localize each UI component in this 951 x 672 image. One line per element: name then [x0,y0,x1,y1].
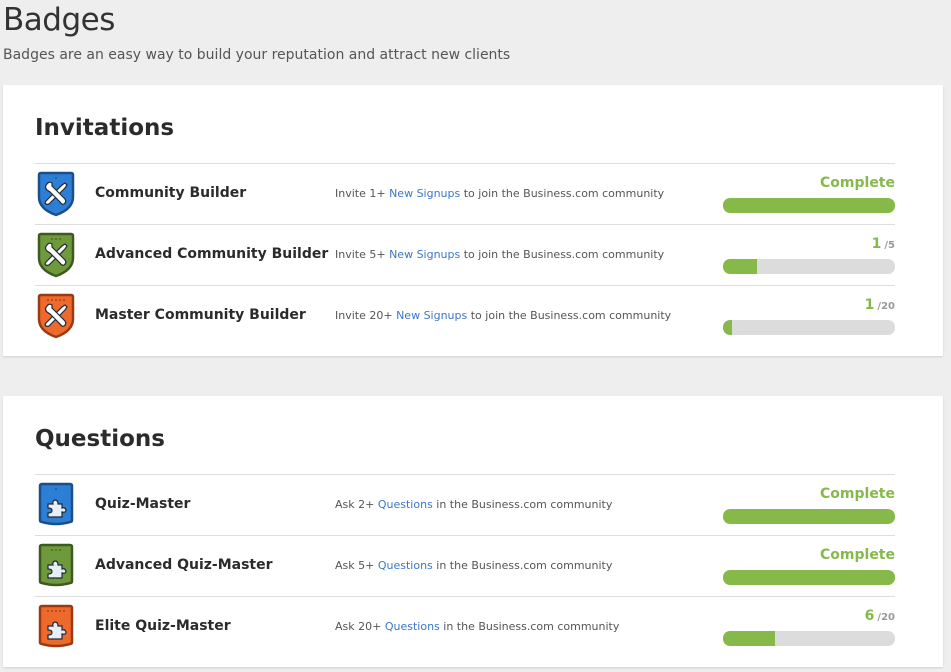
desc-text: Invite 1+ [335,187,390,200]
badge-name: Master Community Builder [95,307,306,323]
progress-label: 1/5 [723,233,895,253]
progress-bar-fill [723,320,732,335]
badge-row: Advanced Quiz-Master Ask 5+ Questions in… [35,535,895,596]
badge-description: Ask 2+ Questions in the Business.com com… [335,498,612,511]
progress: 1/20 [723,294,895,335]
progress: Complete [723,483,895,524]
desc-link[interactable]: Questions [378,559,433,572]
progress: 1/5 [723,233,895,274]
wrench-screwdriver-icon [37,232,75,278]
desc-text: in the Business.com community [439,620,620,633]
progress-bar [723,259,895,274]
desc-link[interactable]: Questions [385,620,440,633]
progress-bar [723,198,895,213]
desc-link[interactable]: New Signups [389,248,460,261]
progress: Complete [723,544,895,585]
progress-count: 6 [864,608,875,624]
page-subtitle: Badges are an easy way to build your rep… [3,47,511,63]
badge-name: Community Builder [95,185,247,201]
progress-bar-fill [723,259,758,274]
badge-icon [35,232,77,278]
badge-icon [35,171,77,217]
progress-label: Complete [723,172,895,192]
badge-icon [35,543,77,589]
progress-label: 1/20 [723,294,895,314]
progress-bar-fill [723,631,775,646]
desc-text: Invite 5+ [335,248,390,261]
badge-name: Elite Quiz-Master [95,618,231,634]
page-title: Badges [3,2,115,38]
badge-name: Advanced Community Builder [95,246,329,262]
badge-description: Ask 20+ Questions in the Business.com co… [335,620,619,633]
desc-text: Invite 20+ [335,309,397,322]
wrench-screwdriver-icon [37,171,75,217]
wrench-screwdriver-icon [37,293,75,339]
desc-link[interactable]: New Signups [389,187,460,200]
desc-text: to join the Business.com community [460,248,665,261]
progress-bar-fill [723,570,895,585]
progress-total: /20 [877,301,895,312]
badge-icon [35,482,77,528]
badge-description: Ask 5+ Questions in the Business.com com… [335,559,612,572]
status-complete: Complete [820,486,895,502]
puzzle-piece-icon [38,482,74,526]
status-complete: Complete [820,547,895,563]
badge-row: Master Community Builder Invite 20+ New … [35,285,895,346]
badge-row: Advanced Community Builder Invite 5+ New… [35,224,895,285]
badge-list: Quiz-Master Ask 2+ Questions in the Busi… [35,474,895,657]
questions-card: Questions Quiz-Master Ask 2+ Questions i… [3,396,943,667]
desc-text: Ask 5+ [335,559,378,572]
progress: Complete [723,172,895,213]
desc-text: Ask 2+ [335,498,378,511]
progress-total: /20 [877,612,895,623]
desc-text: in the Business.com community [432,559,613,572]
status-complete: Complete [820,175,895,191]
progress-count: 1 [864,297,875,313]
badge-row: Elite Quiz-Master Ask 20+ Questions in t… [35,596,895,657]
badge-row: Community Builder Invite 1+ New Signups … [35,163,895,224]
progress-label: Complete [723,544,895,564]
desc-text: Ask 20+ [335,620,385,633]
invitations-card: Invitations Community Builder Invite 1+ … [3,85,943,356]
progress-bar-fill [723,198,895,213]
badge-list: Community Builder Invite 1+ New Signups … [35,163,895,346]
progress: 6/20 [723,605,895,646]
badge-row: Quiz-Master Ask 2+ Questions in the Busi… [35,474,895,535]
badge-icon [35,293,77,339]
desc-link[interactable]: New Signups [396,309,467,322]
progress-label: 6/20 [723,605,895,625]
desc-text: in the Business.com community [432,498,613,511]
desc-text: to join the Business.com community [460,187,665,200]
badge-icon [35,604,77,650]
progress-bar [723,320,895,335]
progress-bar [723,509,895,524]
badge-description: Invite 20+ New Signups to join the Busin… [335,309,671,322]
progress-bar [723,570,895,585]
puzzle-piece-icon [38,543,74,587]
desc-link[interactable]: Questions [378,498,433,511]
badge-description: Invite 5+ New Signups to join the Busine… [335,248,664,261]
section-title: Questions [35,426,165,452]
puzzle-piece-icon [38,604,74,648]
progress-bar-fill [723,509,895,524]
progress-total: /5 [884,240,895,251]
progress-label: Complete [723,483,895,503]
badge-name: Advanced Quiz-Master [95,557,273,573]
badge-name: Quiz-Master [95,496,191,512]
desc-text: to join the Business.com community [467,309,672,322]
progress-bar [723,631,895,646]
badge-description: Invite 1+ New Signups to join the Busine… [335,187,664,200]
progress-count: 1 [871,236,882,252]
section-title: Invitations [35,115,175,141]
